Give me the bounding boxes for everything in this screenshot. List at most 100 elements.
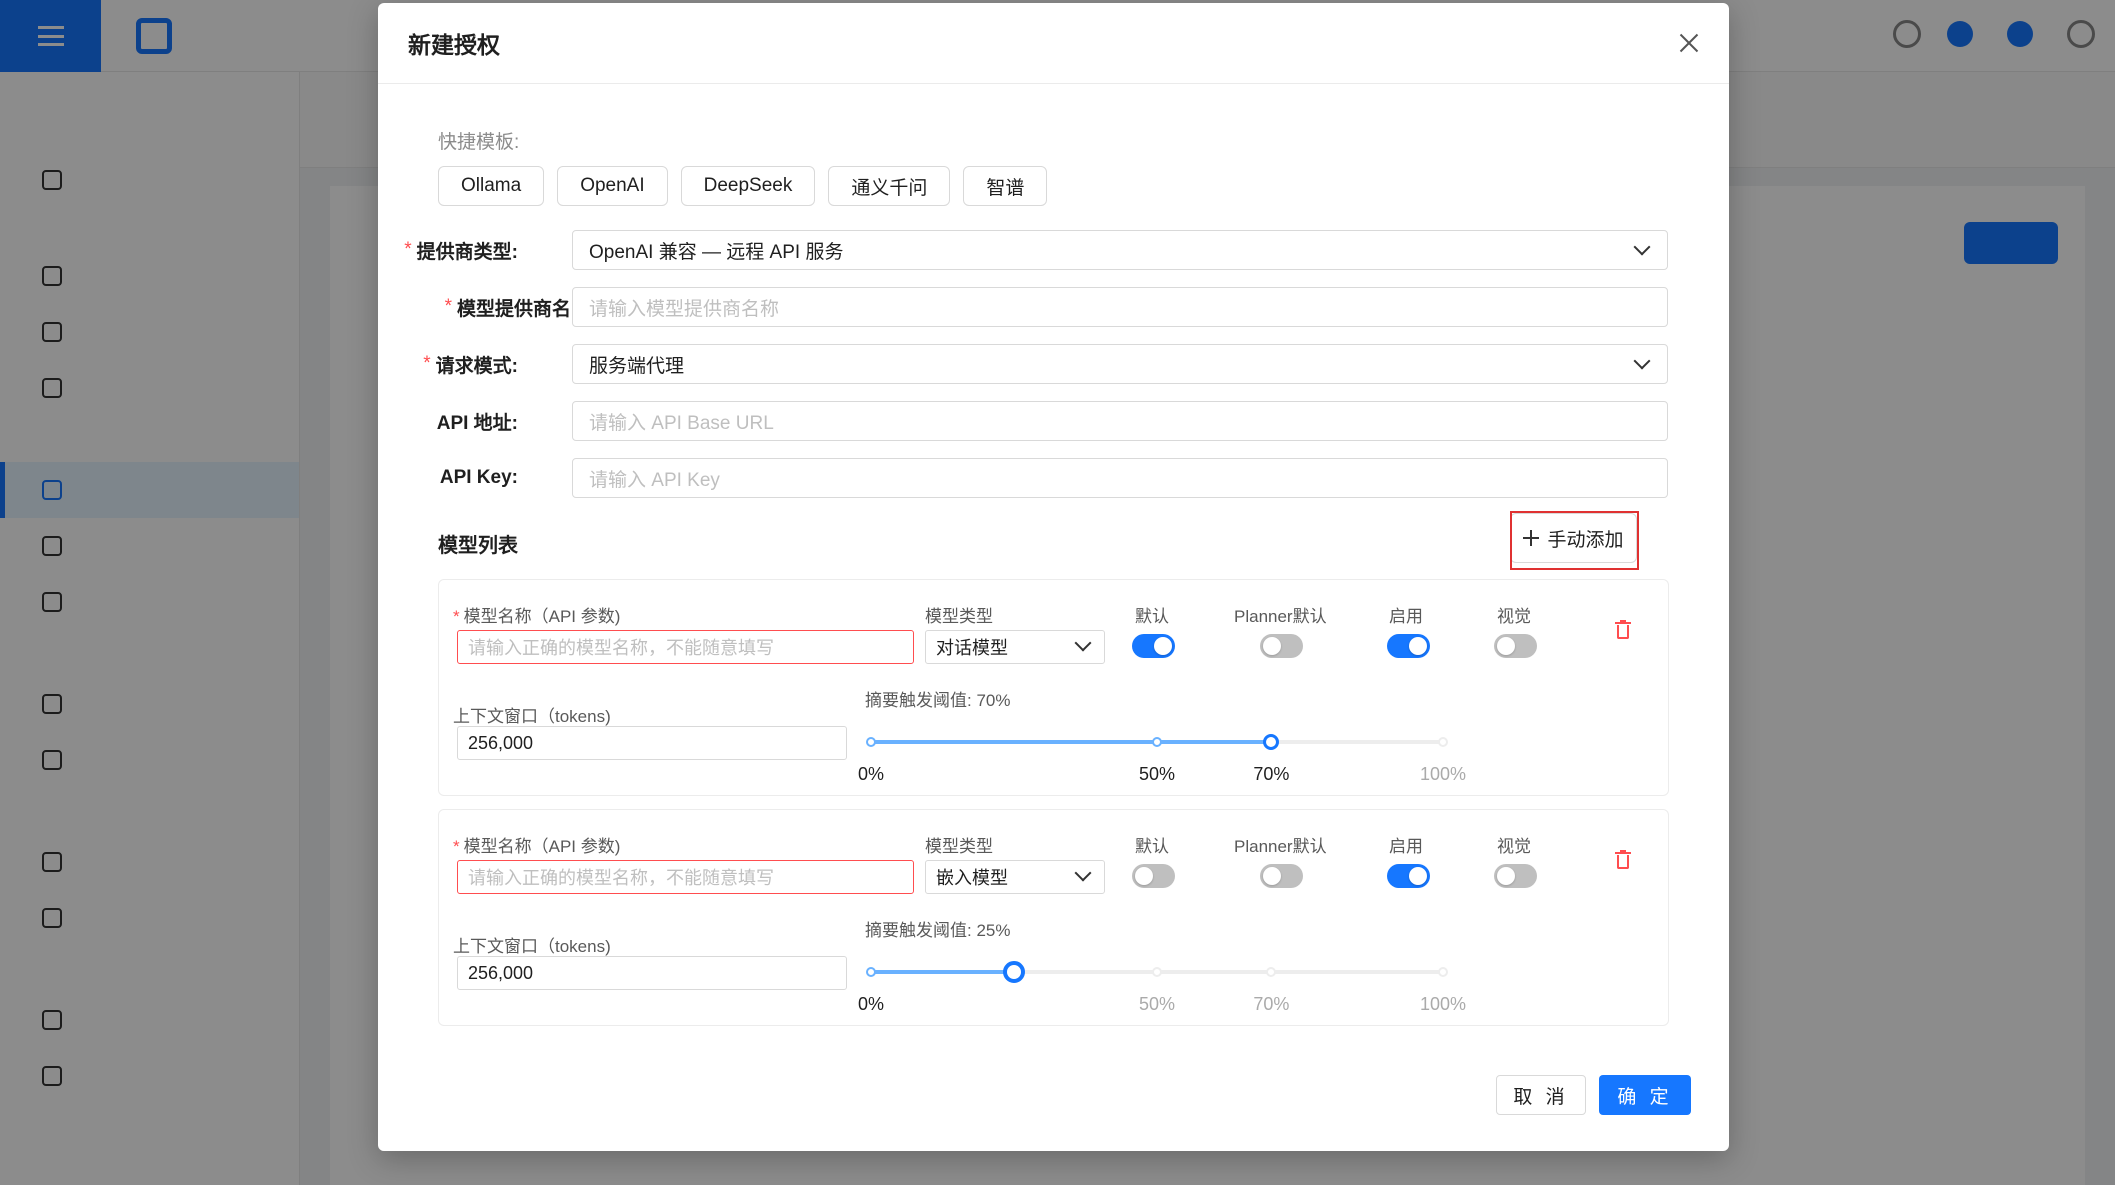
- request-mode-value: 服务端代理: [589, 355, 685, 377]
- context-window-label: 上下文窗口（tokens): [453, 707, 611, 726]
- slider-mark-label: 70%: [1253, 764, 1290, 784]
- planner-default-toggle-label: Planner默认: [1234, 607, 1327, 626]
- default-toggle[interactable]: [1132, 634, 1175, 658]
- request-mode-label: * 请求模式:: [423, 344, 518, 384]
- request-mode-label-text: 请求模式:: [435, 355, 518, 377]
- model-type-label: 模型类型: [925, 607, 993, 626]
- provider-type-label-text: 提供商类型:: [416, 241, 518, 263]
- api-key-input[interactable]: 请输入 API Key: [572, 458, 1668, 498]
- model-name-input[interactable]: 请输入正确的模型名称，不能随意填写: [457, 860, 914, 894]
- api-url-placeholder: 请输入 API Base URL: [589, 412, 774, 434]
- slider-track: [871, 970, 1014, 974]
- slider-handle[interactable]: [1263, 734, 1280, 750]
- chevron-down-icon: [1076, 639, 1090, 653]
- planner-default-toggle[interactable]: [1260, 634, 1303, 658]
- threshold-label: 摘要触发阈值: 70%: [865, 691, 1011, 710]
- vision-toggle[interactable]: [1494, 634, 1537, 658]
- required-mark: *: [404, 239, 412, 260]
- model-type-select[interactable]: 嵌入模型: [925, 860, 1105, 894]
- cancel-button[interactable]: 取 消: [1496, 1075, 1586, 1115]
- provider-name-placeholder: 请输入模型提供商名称: [589, 298, 780, 320]
- api-key-row: API Key: 请输入 API Key: [378, 458, 1729, 498]
- plus-icon: [1523, 530, 1540, 546]
- threshold-slider[interactable]: 0% 50% 70% 100%: [858, 960, 1466, 1014]
- manual-add-button[interactable]: 手动添加: [1510, 513, 1637, 563]
- api-url-row: API 地址: 请输入 API Base URL: [378, 401, 1729, 441]
- slider-mark-label: 100%: [1419, 764, 1467, 784]
- enable-toggle-label: 启用: [1389, 607, 1423, 626]
- provider-name-label-text: 模型提供商名: [456, 298, 571, 320]
- chevron-down-icon: [1635, 357, 1649, 371]
- slider-mark-dot[interactable]: [866, 967, 876, 977]
- api-key-placeholder: 请输入 API Key: [589, 469, 720, 491]
- api-url-input[interactable]: 请输入 API Base URL: [572, 401, 1668, 441]
- provider-type-row: * 提供商类型: OpenAI 兼容 — 远程 API 服务: [378, 230, 1729, 270]
- required-mark: *: [423, 353, 431, 374]
- vision-toggle-label: 视觉: [1497, 607, 1531, 626]
- vision-toggle[interactable]: [1494, 864, 1537, 888]
- api-key-label: API Key:: [439, 467, 518, 488]
- provider-name-input[interactable]: 请输入模型提供商名称: [572, 287, 1668, 327]
- create-auth-modal: 新建授权 快捷模板: Ollama OpenAI DeepSeek 通义千问 智…: [378, 3, 1729, 1151]
- slider-mark-dot[interactable]: [1152, 967, 1162, 977]
- request-mode-select[interactable]: 服务端代理: [572, 344, 1668, 384]
- slider-mark-dot[interactable]: [866, 737, 876, 747]
- context-window-input[interactable]: 256,000: [457, 726, 847, 760]
- enable-toggle[interactable]: [1387, 864, 1430, 888]
- provider-name-row: * 模型提供商名 请输入模型提供商名称: [378, 287, 1729, 327]
- slider-handle[interactable]: [1003, 961, 1025, 983]
- delete-icon-lid: [1620, 850, 1626, 853]
- model-type-select[interactable]: 对话模型: [925, 630, 1105, 664]
- slider-mark-dot[interactable]: [1438, 967, 1448, 977]
- provider-type-select[interactable]: OpenAI 兼容 — 远程 API 服务: [572, 230, 1668, 270]
- delete-icon[interactable]: [1615, 620, 1631, 640]
- provider-type-label: * 提供商类型:: [404, 230, 518, 270]
- model-list-title: 模型列表: [438, 535, 518, 557]
- threshold-slider[interactable]: 0% 50% 70% 100%: [858, 730, 1466, 784]
- context-window-input[interactable]: 256,000: [457, 956, 847, 990]
- context-window-value: 256,000: [468, 732, 534, 753]
- slider-mark-label: 50%: [1138, 994, 1176, 1014]
- template-button-openai[interactable]: OpenAI: [557, 166, 668, 206]
- confirm-button[interactable]: 确 定: [1599, 1075, 1691, 1115]
- required-mark: *: [453, 837, 460, 856]
- template-list: Ollama OpenAI DeepSeek 通义千问 智谱: [438, 166, 1048, 206]
- context-window-label: 上下文窗口（tokens): [453, 937, 611, 956]
- delete-icon-lid: [1620, 620, 1626, 623]
- manual-add-label: 手动添加: [1547, 529, 1624, 551]
- api-url-label: API 地址:: [436, 412, 518, 434]
- template-button-tongyi[interactable]: 通义千问: [828, 166, 951, 206]
- threshold-label: 摘要触发阈值: 25%: [865, 921, 1011, 940]
- delete-icon[interactable]: [1615, 850, 1631, 870]
- slider-mark-dot[interactable]: [1266, 967, 1277, 977]
- request-mode-row: * 请求模式: 服务端代理: [378, 344, 1729, 384]
- slider-mark-dot[interactable]: [1438, 737, 1448, 747]
- model-name-placeholder: 请输入正确的模型名称，不能随意填写: [468, 638, 774, 658]
- planner-default-toggle[interactable]: [1260, 864, 1303, 888]
- model-type-label: 模型类型: [925, 837, 993, 856]
- template-button-ollama[interactable]: Ollama: [438, 166, 545, 206]
- slider-track: [871, 740, 1272, 744]
- default-toggle-label: 默认: [1135, 837, 1169, 856]
- provider-name-label: * 模型提供商名: [445, 287, 571, 327]
- template-label: 快捷模板:: [438, 132, 520, 153]
- default-toggle-label: 默认: [1135, 607, 1169, 626]
- model-name-label-text: 模型名称（API 参数): [463, 837, 621, 856]
- chevron-down-icon: [1076, 869, 1090, 883]
- slider-mark-label: 70%: [1253, 994, 1290, 1014]
- model-card-2: * 模型名称（API 参数) 请输入正确的模型名称，不能随意填写 模型类型 嵌入模…: [438, 809, 1669, 1026]
- provider-type-value: OpenAI 兼容 — 远程 API 服务: [589, 241, 844, 263]
- planner-default-toggle-label: Planner默认: [1234, 837, 1327, 856]
- model-card-1: * 模型名称（API 参数) 请输入正确的模型名称，不能随意填写 模型类型 对话模…: [438, 579, 1669, 796]
- slider-mark-dot[interactable]: [1152, 737, 1162, 747]
- modal-header: 新建授权: [378, 3, 1729, 84]
- context-window-value: 256,000: [468, 962, 534, 983]
- template-button-deepseek[interactable]: DeepSeek: [680, 166, 816, 206]
- chevron-down-icon: [1635, 243, 1649, 257]
- default-toggle[interactable]: [1132, 864, 1175, 888]
- template-button-zhipu[interactable]: 智谱: [963, 166, 1048, 206]
- close-icon[interactable]: [1679, 33, 1699, 53]
- required-mark: *: [453, 607, 460, 626]
- model-name-input[interactable]: 请输入正确的模型名称，不能随意填写: [457, 630, 914, 664]
- enable-toggle[interactable]: [1387, 634, 1430, 658]
